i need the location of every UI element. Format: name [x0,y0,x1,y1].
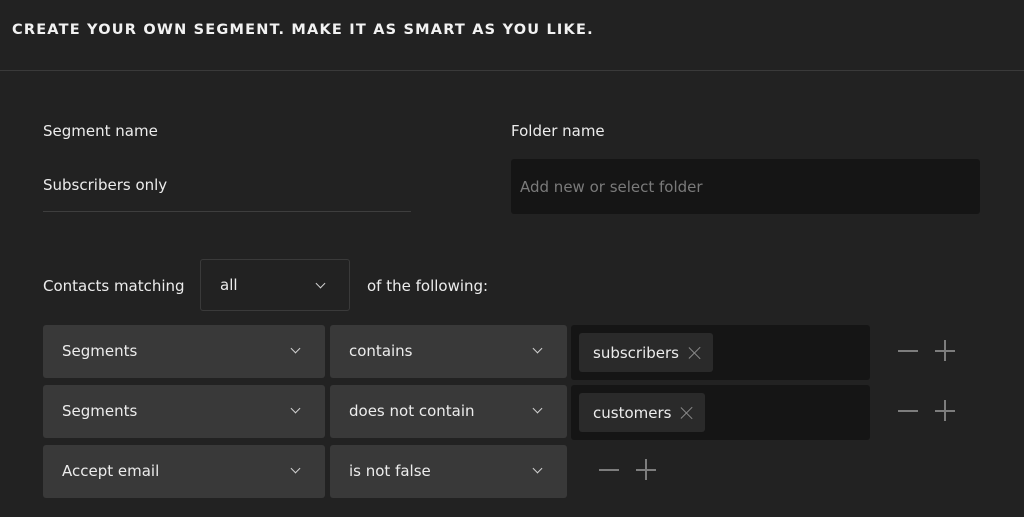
rule-operator-select[interactable]: is not false [330,445,567,498]
folder-name-label: Folder name [511,122,605,140]
chevron-down-icon [290,343,301,354]
rule-field-value: Segments [62,402,138,420]
remove-rule-button[interactable] [598,459,620,481]
of-the-following-label: of the following: [367,277,489,295]
page-title: CREATE YOUR OWN SEGMENT. MAKE IT AS SMAR… [12,22,594,38]
rule-operator-select[interactable]: contains [330,325,567,378]
chevron-down-icon [532,403,543,414]
rule-operator-value: is not false [349,462,431,480]
chevron-down-icon [290,463,301,474]
chevron-down-icon [315,278,326,289]
chevron-down-icon [532,463,543,474]
rule-field-value: Segments [62,342,138,360]
match-type-value: all [220,276,238,294]
rule-field-select[interactable]: Segments [43,385,325,438]
add-rule-button[interactable] [635,459,657,481]
rule-value-tag-input[interactable]: customers [571,385,870,440]
rule-field-value: Accept email [62,462,160,480]
segment-name-input[interactable]: Subscribers only [43,176,167,194]
rule-operator-value: contains [349,342,413,360]
close-icon[interactable] [689,347,701,359]
folder-name-input[interactable] [511,159,980,214]
segment-name-underline [43,211,411,212]
chevron-down-icon [532,343,543,354]
rule-operator-select[interactable]: does not contain [330,385,567,438]
add-rule-button[interactable] [934,340,956,362]
tag: customers [579,393,706,432]
segment-name-label: Segment name [43,122,158,140]
rule-field-select[interactable]: Accept email [43,445,325,498]
add-rule-button[interactable] [934,400,956,422]
close-icon[interactable] [681,407,693,419]
rule-value-tag-input[interactable]: subscribers [571,325,870,380]
contacts-matching-label: Contacts matching [43,277,185,295]
page-header: CREATE YOUR OWN SEGMENT. MAKE IT AS SMAR… [0,0,1024,71]
rule-operator-value: does not contain [349,402,475,420]
chevron-down-icon [290,403,301,414]
rule-field-select[interactable]: Segments [43,325,325,378]
match-type-select[interactable]: all [200,259,350,311]
tag-label: subscribers [593,343,679,362]
tag-label: customers [593,403,672,422]
remove-rule-button[interactable] [897,340,919,362]
tag: subscribers [579,333,713,372]
remove-rule-button[interactable] [897,400,919,422]
